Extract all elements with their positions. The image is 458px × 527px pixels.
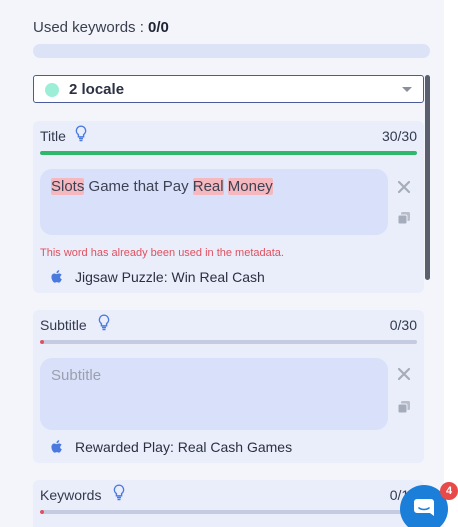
lightbulb-icon[interactable] [75, 125, 87, 142]
locale-dot [45, 83, 59, 97]
subtitle-placeholder: Subtitle [51, 367, 102, 384]
keywords-progress-bar [40, 510, 417, 514]
copy-icon[interactable] [397, 211, 411, 225]
used-keywords-bar [33, 44, 430, 58]
chevron-down-icon [402, 87, 412, 92]
title-field[interactable]: Slots Game that Pay Real Money [40, 169, 388, 235]
subtitle-progress-bar [40, 340, 417, 344]
chat-unread-badge: 4 [440, 482, 458, 500]
highlighted-word: Money [227, 178, 273, 195]
title-label: Title [40, 128, 66, 144]
title-text-segment: Game that Pay [84, 178, 193, 195]
chat-icon [414, 499, 434, 516]
highlighted-word: Real [192, 178, 224, 195]
title-counter: 30/30 [381, 128, 417, 144]
locale-select-value: 2 locale [69, 81, 125, 98]
apple-icon [51, 270, 62, 283]
close-icon[interactable] [397, 180, 411, 194]
lightbulb-icon[interactable] [98, 314, 110, 331]
title-suggestion[interactable]: Jigsaw Puzzle: Win Real Cash [50, 269, 265, 285]
used-keywords: Used keywords : 0/0 [33, 19, 169, 36]
subtitle-label: Subtitle [40, 317, 87, 333]
duplicate-word-error: This word has already been used in the m… [40, 247, 284, 259]
scrollbar-thumb[interactable] [425, 75, 430, 280]
apple-icon [51, 440, 62, 453]
subtitle-suggestion[interactable]: Rewarded Play: Real Cash Games [50, 439, 292, 455]
keywords-label: Keywords [40, 487, 102, 503]
subtitle-counter: 0/30 [389, 317, 417, 333]
title-field-text: Slots Game that Pay Real Money [51, 178, 273, 195]
keywords-card: Keywords 0/10 [33, 480, 424, 527]
subtitle-field[interactable]: Subtitle [40, 358, 388, 430]
lightbulb-icon[interactable] [113, 484, 125, 501]
used-keywords-label: Used keywords : [33, 19, 144, 36]
keywords-progress-fill [40, 510, 44, 514]
subtitle-card: Subtitle 0/30 Subtitle Rewarded Play: Re… [33, 310, 424, 463]
locale-select[interactable]: 2 locale [33, 75, 424, 103]
title-card: Title 30/30 Slots Game that Pay Real Mon… [33, 121, 424, 293]
title-progress-fill [40, 151, 417, 155]
subtitle-progress-fill [40, 340, 44, 344]
highlighted-word: Slots [51, 178, 85, 195]
close-icon[interactable] [397, 367, 411, 381]
used-keywords-value: 0/0 [148, 19, 169, 36]
copy-icon[interactable] [397, 400, 411, 414]
title-progress-bar [40, 151, 417, 155]
title-suggestion-text: Jigsaw Puzzle: Win Real Cash [75, 269, 265, 285]
subtitle-suggestion-text: Rewarded Play: Real Cash Games [75, 439, 293, 455]
